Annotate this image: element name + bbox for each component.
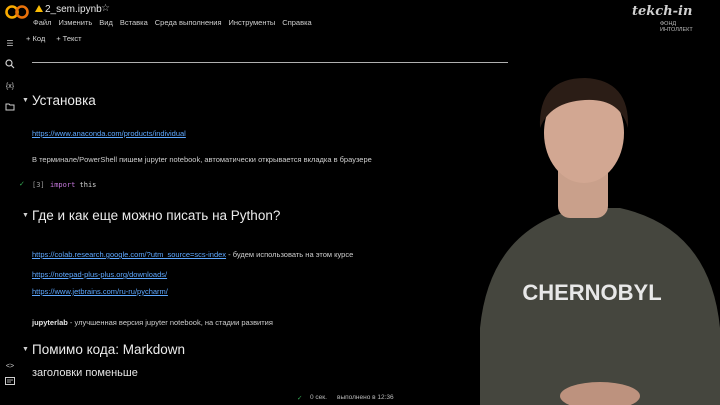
folder-icon[interactable]	[4, 102, 16, 114]
menu-help[interactable]: Справка	[282, 18, 311, 27]
add-text-button[interactable]: + Текст	[56, 34, 81, 43]
toolbar: + Код + Текст	[26, 34, 82, 43]
check-icon: ✓	[19, 181, 25, 188]
menu-edit[interactable]: Изменить	[58, 18, 92, 27]
status-check-icon: ✓	[297, 395, 303, 402]
subheading: заголовки поменьше	[32, 367, 138, 379]
menu-bar: Файл Изменить Вид Вставка Среда выполнен…	[33, 18, 312, 27]
heading-install: Установка	[32, 93, 96, 108]
code-module: this	[79, 181, 97, 189]
anaconda-link[interactable]: https://www.anaconda.com/products/indivi…	[32, 129, 186, 138]
notepad-link[interactable]: https://notepad-plus-plus.org/downloads/	[32, 270, 167, 279]
variables-icon[interactable]: {x}	[4, 81, 16, 93]
toc-icon[interactable]: ☰	[4, 38, 16, 50]
code-cell[interactable]: import this	[50, 181, 96, 189]
colab-link[interactable]: https://colab.research.google.com/?utm_s…	[32, 250, 226, 259]
status-done: выполнено в 12:36	[337, 394, 394, 401]
star-icon[interactable]: ☆	[101, 3, 110, 14]
svg-text:CHERNOBYL: CHERNOBYL	[522, 280, 661, 305]
jupyterlab-bold: jupyterlab	[32, 318, 68, 327]
colab-logo[interactable]	[5, 4, 29, 20]
drive-icon	[35, 5, 43, 12]
notebook-title[interactable]: 2_sem.ipynb	[45, 4, 102, 15]
code-snippets-icon[interactable]: <>	[4, 361, 16, 373]
menu-insert[interactable]: Вставка	[120, 18, 148, 27]
brand-watermark: tekch-in	[632, 4, 693, 19]
brand-subtitle: ФОНД ИНТОЛЛЕКТ	[660, 21, 693, 33]
add-code-button[interactable]: + Код	[26, 34, 45, 43]
code-keyword: import	[50, 181, 76, 189]
status-time: 0 сек.	[310, 394, 327, 401]
execution-count: [3]	[32, 181, 45, 189]
install-text: В терминале/PowerShell пишем jupyter not…	[32, 155, 372, 164]
menu-tools[interactable]: Инструменты	[229, 18, 276, 27]
collapse-caret-icon[interactable]: ▼	[22, 97, 29, 104]
brand-line2: ИНТОЛЛЕКТ	[660, 27, 693, 33]
horizontal-rule	[32, 62, 508, 63]
heading-markdown: Помимо кода: Markdown	[32, 342, 186, 357]
colab-line: https://colab.research.google.com/?utm_s…	[32, 244, 353, 262]
collapse-caret-icon[interactable]: ▼	[22, 346, 29, 353]
menu-file[interactable]: Файл	[33, 18, 51, 27]
terminal-icon[interactable]	[4, 377, 16, 389]
menu-view[interactable]: Вид	[99, 18, 113, 27]
search-icon[interactable]	[4, 59, 16, 71]
jupyterlab-line: jupyterlab - улучшенная версия jupyter n…	[32, 312, 273, 330]
pycharm-link[interactable]: https://www.jetbrains.com/ru-ru/pycharm/	[32, 287, 168, 296]
presenter-video: CHERNOBYL	[480, 78, 720, 405]
menu-runtime[interactable]: Среда выполнения	[155, 18, 222, 27]
heading-where: Где и как еще можно писать на Python?	[32, 208, 281, 223]
colab-note: - будем использовать на этом курсе	[226, 250, 354, 259]
jupyterlab-note: - улучшенная версия jupyter notebook, на…	[67, 318, 273, 327]
collapse-caret-icon[interactable]: ▼	[22, 212, 29, 219]
